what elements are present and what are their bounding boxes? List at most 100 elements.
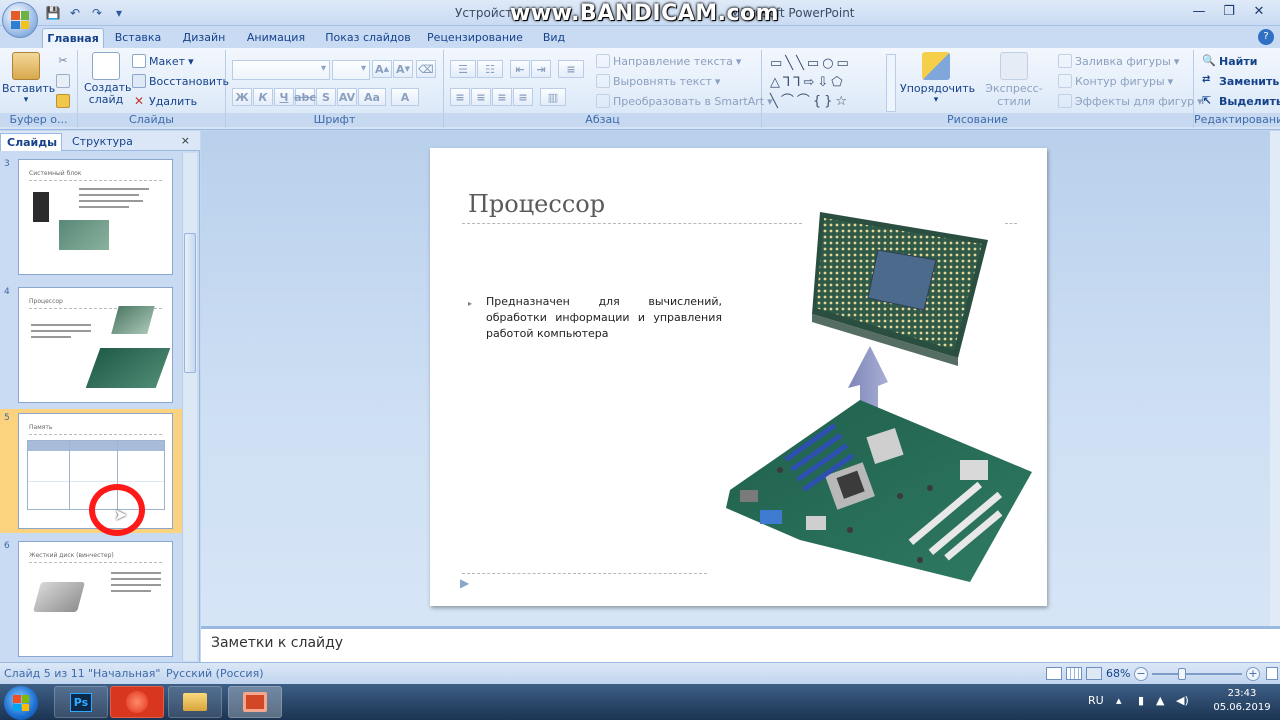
select-button[interactable]: ⇱ Выделить	[1202, 94, 1280, 108]
minimize-icon[interactable]: —	[1186, 2, 1212, 20]
decrease-indent-icon[interactable]: ⇤	[510, 60, 530, 78]
language-status[interactable]: Русский (Россия)	[166, 667, 264, 680]
network-icon[interactable]: ▲	[1156, 694, 1164, 707]
tab-outline[interactable]: Структура	[66, 133, 142, 151]
fit-to-window-icon[interactable]	[1266, 667, 1278, 680]
redo-icon[interactable]: ↷	[88, 4, 106, 22]
zoom-level[interactable]: 68%	[1106, 667, 1130, 680]
slideshow-view-icon[interactable]	[1086, 667, 1102, 680]
help-icon[interactable]: ?	[1258, 29, 1274, 45]
slide-sorter-icon[interactable]	[1066, 667, 1082, 680]
bandicam-taskbar-icon[interactable]	[110, 686, 164, 718]
align-right-icon[interactable]: ≡	[492, 88, 512, 106]
shape-fill-button[interactable]: Заливка фигуры ▾	[1058, 54, 1179, 68]
reset-button[interactable]: Восстановить	[132, 74, 229, 88]
customize-icon[interactable]: ▾	[110, 4, 128, 22]
zoom-slider-knob[interactable]	[1178, 668, 1186, 680]
quick-styles-button[interactable]: Экспресс-стили	[974, 52, 1054, 108]
cpu-motherboard-image[interactable]	[720, 210, 1040, 595]
tab-slides[interactable]: Слайды	[0, 133, 62, 151]
font-family-combo[interactable]	[232, 60, 330, 80]
close-icon[interactable]: ✕	[1246, 2, 1272, 20]
save-icon[interactable]: 💾	[44, 4, 62, 22]
normal-view-icon[interactable]	[1046, 667, 1062, 680]
tab-view[interactable]: Вид	[536, 28, 572, 48]
line-spacing-icon[interactable]: ≡	[558, 60, 584, 78]
strikethrough-icon[interactable]: abc	[294, 88, 316, 106]
reset-icon	[132, 74, 146, 88]
zoom-out-icon[interactable]: −	[1134, 667, 1148, 681]
explorer-taskbar-icon[interactable]	[168, 686, 222, 718]
align-text-button[interactable]: Выровнять текст ▾	[596, 74, 720, 88]
paste-button[interactable]: Вставить ▾	[2, 52, 55, 105]
align-text-label: Выровнять текст	[613, 74, 712, 88]
volume-icon[interactable]: ◀)	[1176, 694, 1189, 707]
tray-expand-icon[interactable]: ▴	[1116, 694, 1122, 707]
thumbnails-scrollbar[interactable]	[182, 153, 197, 661]
clear-format-icon[interactable]: ⌫	[416, 60, 436, 78]
shape-outline-button[interactable]: Контур фигуры ▾	[1058, 74, 1173, 88]
slide-thumbnail[interactable]: 3 Системный блок	[0, 155, 182, 279]
numbering-icon[interactable]: ☷	[477, 60, 503, 78]
tab-review[interactable]: Рецензирование	[424, 28, 526, 48]
shrink-font-icon[interactable]: A ▼	[393, 60, 413, 78]
slide-thumbnail[interactable]: 4 Процессор	[0, 283, 182, 407]
scrollbar-thumb[interactable]	[184, 233, 196, 373]
font-color-icon[interactable]: A	[391, 88, 419, 106]
tab-insert[interactable]: Вставка	[110, 28, 166, 48]
text-direction-button[interactable]: Направление текста ▾	[596, 54, 741, 68]
zoom-slider[interactable]	[1152, 673, 1242, 675]
new-slide-button[interactable]: Создать слайд	[82, 52, 132, 106]
notes-pane[interactable]: Заметки к слайду	[201, 626, 1280, 662]
powerpoint-taskbar-icon[interactable]	[228, 686, 282, 718]
shapes-scroll[interactable]	[886, 54, 896, 112]
tab-slideshow[interactable]: Показ слайдов	[322, 28, 414, 48]
office-button[interactable]	[2, 2, 38, 38]
panel-close-icon[interactable]: ×	[181, 134, 190, 147]
italic-icon[interactable]: К	[253, 88, 273, 106]
shadow-icon[interactable]: S	[316, 88, 336, 106]
layout-button[interactable]: Макет ▾	[132, 54, 194, 68]
bullets-icon[interactable]: ☰	[450, 60, 476, 78]
battery-icon[interactable]: ▮	[1138, 694, 1144, 707]
cut-icon[interactable]: ✂	[56, 54, 70, 68]
align-left-icon[interactable]: ≡	[450, 88, 470, 106]
font-size-combo[interactable]	[332, 60, 370, 80]
smartart-button[interactable]: Преобразовать в SmartArt ▾	[596, 94, 773, 108]
find-button[interactable]: 🔍 Найти	[1202, 54, 1257, 68]
columns-icon[interactable]: ▥	[540, 88, 566, 106]
slide-thumbnail[interactable]: 6 Жесткий диск (винчестер)	[0, 537, 182, 661]
theme-name[interactable]: "Начальная"	[88, 667, 160, 680]
slide-title[interactable]: Процессор	[468, 190, 605, 218]
delete-label: Удалить	[149, 94, 198, 108]
spacing-icon[interactable]: AV	[337, 88, 357, 106]
align-center-icon[interactable]: ≡	[471, 88, 491, 106]
shapes-gallery[interactable]: ▭╲╲▭○▭ △⅂⅂⇨⇩⬠ ╲⌒⌒{}☆	[770, 54, 892, 112]
arrange-button[interactable]: Упорядочить ▾	[900, 52, 975, 105]
slide-bullet-text[interactable]: Предназначен для вычислений, обработки и…	[486, 294, 722, 342]
increase-indent-icon[interactable]: ⇥	[531, 60, 551, 78]
keyboard-language[interactable]: RU	[1088, 694, 1104, 707]
tab-home[interactable]: Главная	[42, 28, 104, 48]
photoshop-taskbar-icon[interactable]: Ps	[54, 686, 108, 718]
editor-scrollbar[interactable]	[1270, 131, 1280, 626]
current-slide[interactable]: Процессор ▸ Предназначен для вычислений,…	[430, 148, 1047, 606]
undo-icon[interactable]: ↶	[66, 4, 84, 22]
case-icon[interactable]: Aa	[358, 88, 386, 106]
start-button[interactable]	[4, 686, 38, 720]
underline-icon[interactable]: Ч	[274, 88, 294, 106]
bold-icon[interactable]: Ж	[232, 88, 252, 106]
replace-button[interactable]: ⇄ Заменить	[1202, 74, 1279, 88]
tab-design[interactable]: Дизайн	[176, 28, 232, 48]
restore-icon[interactable]: ❐	[1216, 2, 1242, 20]
ribbon-tabs: Главная Вставка Дизайн Анимация Показ сл…	[0, 26, 1280, 48]
delete-slide-button[interactable]: ✕ Удалить	[132, 94, 197, 108]
taskbar-clock[interactable]: 23:43 05.06.2019	[1212, 687, 1272, 715]
shape-effects-button[interactable]: Эффекты для фигур ▾	[1058, 94, 1203, 108]
grow-font-icon[interactable]: A ▲	[372, 60, 392, 78]
tab-animation[interactable]: Анимация	[240, 28, 312, 48]
zoom-in-icon[interactable]: +	[1246, 667, 1260, 681]
copy-icon[interactable]	[56, 74, 70, 88]
format-painter-icon[interactable]	[56, 94, 70, 108]
justify-icon[interactable]: ≡	[513, 88, 533, 106]
